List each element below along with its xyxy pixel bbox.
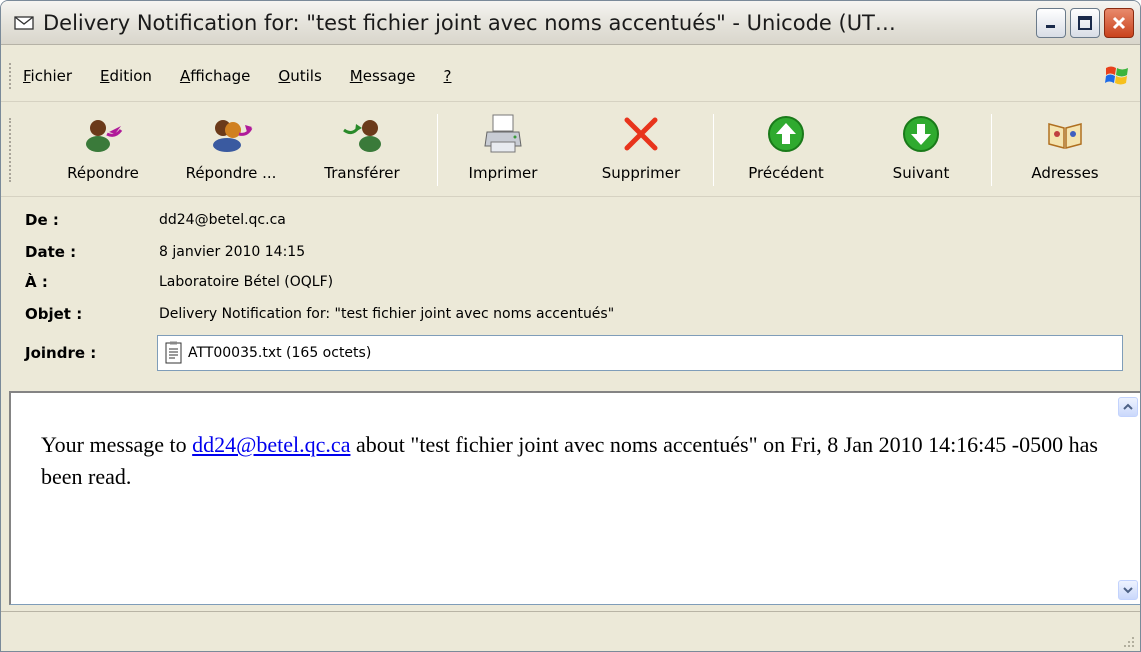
reply-button[interactable]: Répondre — [55, 110, 151, 192]
reply-all-icon — [207, 110, 255, 158]
chevron-down-icon — [1123, 587, 1133, 594]
addresses-button[interactable]: Adresses — [1015, 110, 1115, 192]
menu-edition[interactable]: Edition — [96, 65, 156, 87]
subject-value: Delivery Notification for: "test fichier… — [159, 306, 615, 322]
from-value[interactable]: dd24@betel.qc.ca — [159, 212, 286, 228]
subject-row: Objet : Delivery Notification for: "test… — [25, 303, 614, 325]
from-row: De : dd24@betel.qc.ca — [25, 209, 286, 231]
menu-help[interactable]: ? — [440, 65, 456, 87]
close-button[interactable] — [1104, 8, 1134, 38]
title-bar[interactable]: Delivery Notification for: "test fichier… — [1, 1, 1140, 45]
chevron-up-icon — [1123, 403, 1133, 410]
body-text: Your message to dd24@betel.qc.ca about "… — [41, 429, 1101, 493]
forward-label: Transférer — [324, 164, 400, 182]
menu-fichier[interactable]: Fichier — [19, 65, 76, 87]
forward-button[interactable]: Transférer — [307, 110, 417, 192]
status-bar — [1, 611, 1140, 651]
print-button[interactable]: Imprimer — [455, 110, 551, 192]
envelope-icon — [13, 12, 35, 34]
subject-label: Objet : — [25, 305, 83, 323]
date-value: 8 janvier 2010 14:15 — [159, 244, 306, 260]
attach-label: Joindre : — [25, 344, 97, 362]
email-link[interactable]: dd24@betel.qc.ca — [192, 432, 350, 457]
printer-icon — [479, 110, 527, 158]
delete-button[interactable]: Supprimer — [587, 110, 695, 192]
print-label: Imprimer — [468, 164, 538, 182]
message-body[interactable]: Your message to dd24@betel.qc.ca about "… — [9, 391, 1140, 605]
text-file-icon — [165, 341, 182, 364]
menu-bar: Fichier Edition Affichage Outils Message… — [1, 61, 1140, 91]
down-arrow-icon — [897, 110, 945, 158]
toolbar-separator — [713, 114, 714, 186]
address-book-icon — [1041, 110, 1089, 158]
menu-message[interactable]: Message — [346, 65, 420, 87]
vertical-scrollbar[interactable] — [1116, 393, 1140, 604]
date-row: Date : 8 janvier 2010 14:15 — [25, 241, 305, 263]
toolbar-separator — [437, 114, 438, 186]
maximize-button[interactable] — [1070, 8, 1100, 38]
delete-label: Supprimer — [601, 164, 681, 182]
resize-grip-icon[interactable] — [1122, 635, 1136, 649]
toolbar-separator — [991, 114, 992, 186]
forward-icon — [338, 110, 386, 158]
toolbar: Répondre Répondre ... Transférer Imprime… — [1, 101, 1140, 197]
window-title: Delivery Notification for: "test fichier… — [43, 10, 896, 35]
minimize-icon — [1046, 25, 1055, 28]
close-icon — [1112, 16, 1126, 30]
next-button[interactable]: Suivant — [873, 110, 969, 192]
next-label: Suivant — [892, 164, 950, 182]
attachment-name[interactable]: ATT00035.txt (165 octets) — [188, 345, 371, 361]
reply-all-button[interactable]: Répondre ... — [169, 110, 293, 192]
from-label: De : — [25, 211, 59, 229]
toolbar-grip[interactable] — [9, 118, 13, 182]
reply-all-label: Répondre ... — [185, 164, 277, 182]
message-header: De : dd24@betel.qc.ca Date : 8 janvier 2… — [1, 201, 1140, 389]
menu-outils[interactable]: Outils — [274, 65, 325, 87]
minimize-button[interactable] — [1036, 8, 1066, 38]
delete-x-icon — [617, 110, 665, 158]
up-arrow-icon — [762, 110, 810, 158]
to-value[interactable]: Laboratoire Bétel (OQLF) — [159, 274, 333, 290]
scroll-up-button[interactable] — [1118, 397, 1138, 417]
scroll-down-button[interactable] — [1118, 580, 1138, 600]
attach-row: Joindre : — [25, 342, 159, 364]
previous-button[interactable]: Précédent — [731, 110, 841, 192]
attachment-field[interactable]: ATT00035.txt (165 octets) — [157, 335, 1123, 371]
to-label: À : — [25, 273, 48, 291]
windows-logo-icon — [1105, 66, 1128, 85]
reply-label: Répondre — [67, 164, 139, 182]
message-window: Delivery Notification for: "test fichier… — [0, 0, 1141, 652]
addresses-label: Adresses — [1031, 164, 1099, 182]
maximize-icon — [1078, 16, 1092, 30]
reply-icon — [79, 110, 127, 158]
date-label: Date : — [25, 243, 77, 261]
menubar-grip[interactable] — [9, 63, 13, 89]
body-text-start: Your message to — [41, 432, 193, 457]
menu-affichage[interactable]: Affichage — [176, 65, 254, 87]
previous-label: Précédent — [748, 164, 824, 182]
to-row: À : Laboratoire Bétel (OQLF) — [25, 271, 333, 293]
